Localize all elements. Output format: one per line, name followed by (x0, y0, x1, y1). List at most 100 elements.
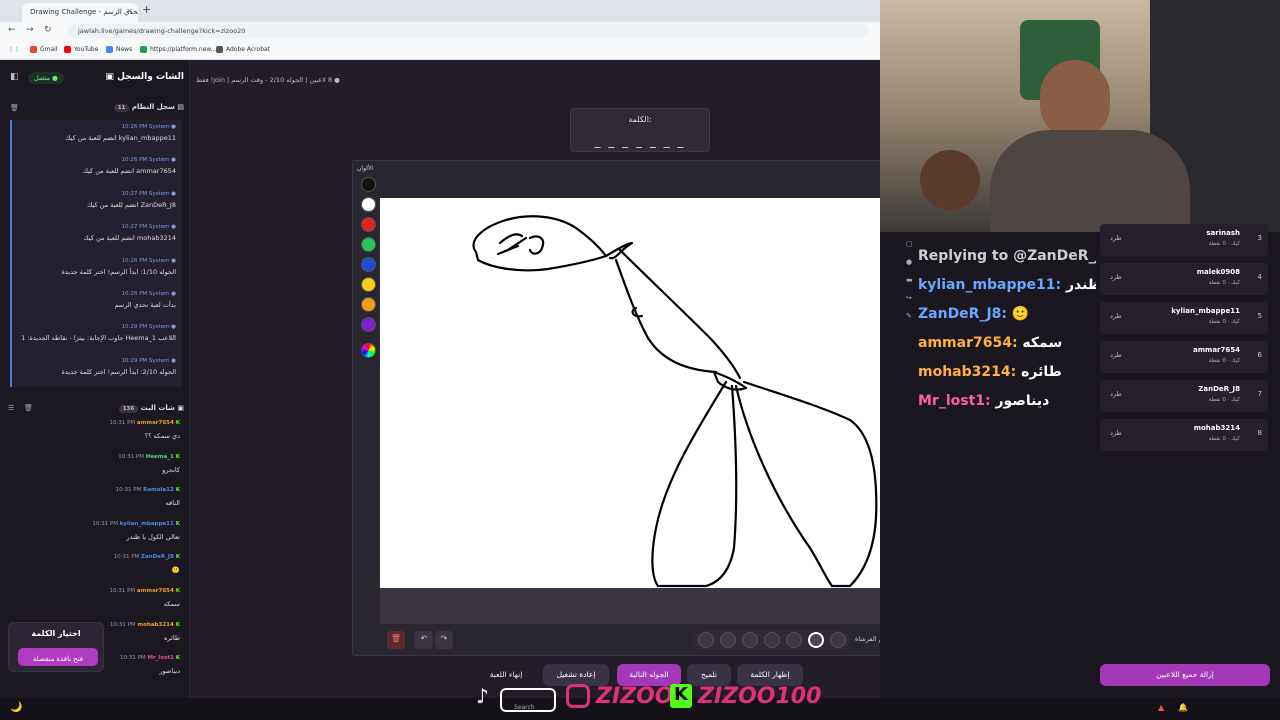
brush-size-option[interactable] (698, 632, 714, 648)
remove-all-players-button[interactable]: إزالة جميع اللاعبين (1100, 664, 1270, 686)
system-log-item: 10:27 PM System ● ZanDeR_J8 انضم للعبة من… (10, 186, 182, 221)
chat-list-icon[interactable]: ☰ (8, 404, 14, 412)
message-time: 10:31 PM (109, 420, 137, 426)
brush-size-option[interactable] (742, 632, 758, 648)
color-swatch[interactable] (361, 277, 376, 292)
chat-message: 10:31 PM kylian_mbappe11 K تعالي الكول يا… (4, 521, 184, 555)
system-log-meta: 10:26 PM System ● (12, 157, 177, 163)
url-input[interactable]: jawlah.live/games/drawing-challenge?kick… (68, 24, 868, 38)
message-text: الجوله 1/10: ابدأ الرسم! اختر كلمة جديدة (61, 267, 176, 276)
browser-tab[interactable]: Drawing Challenge - تحدي الرسم ✕ (22, 3, 138, 22)
kick-player-button[interactable]: طرد (1110, 234, 1122, 242)
clear-chat-icon[interactable]: 🗑 (24, 404, 33, 412)
forward-icon[interactable]: → (26, 25, 34, 35)
system-log-header: ▤ سجل النظام 11 (112, 103, 184, 112)
kick-player-button[interactable]: طرد (1110, 390, 1122, 398)
game-info: ● 8 لاعبين | الجوله 2/10 - وقت الرسم | j… (196, 76, 340, 84)
message-text: الناقه (165, 499, 180, 508)
reload-icon[interactable]: ↻ (44, 25, 52, 35)
color-swatch[interactable] (361, 217, 376, 232)
bookmark-youtube[interactable]: YouTube (64, 46, 98, 53)
close-tab-icon[interactable]: ✕ (126, 7, 133, 16)
chat-icon: ▣ (105, 72, 114, 82)
clear-log-icon[interactable]: 🗑 (10, 104, 19, 112)
system-log-item: 10:27 PM System ● mohab3214 انضم للعبة من… (10, 220, 182, 254)
kick-badge-icon: K (173, 520, 180, 527)
chat-username[interactable]: kylian_mbappe11 (120, 521, 174, 527)
chat-meta: 10:31 PM Heema_1 K (4, 454, 180, 460)
redo-icon[interactable]: ↷ (435, 631, 453, 649)
bookmark-platform[interactable]: https://platform.new... (140, 46, 216, 53)
back-icon[interactable]: ← (8, 25, 16, 35)
color-swatch[interactable] (361, 297, 376, 312)
restart-button[interactable]: إعادة تشغيل (543, 664, 609, 686)
kick-player-button[interactable]: طرد (1110, 351, 1122, 359)
chat-username[interactable]: ammar7654 (137, 420, 174, 426)
chat-meta: 10:31 PM ammar7654 K (4, 420, 180, 426)
system-log-list[interactable]: 10:26 PM System ● kylian_mbappe11 انضم لل… (10, 120, 182, 392)
chat-username[interactable]: Mr_lost1 (147, 655, 173, 661)
message-time: 10:26 PM (121, 124, 149, 130)
live-chat-header: ▣ شات البث 136 (118, 404, 184, 413)
apps-icon[interactable]: ⋮⋮ (8, 46, 20, 53)
clear-canvas-icon[interactable]: 🗑 (387, 631, 405, 649)
kick-badge-icon: K (173, 554, 180, 561)
overlay-username: ammar7654: (918, 335, 1023, 351)
drawing-canvas[interactable] (380, 198, 898, 588)
player-score: كيك · 0 نقطة (1208, 358, 1240, 364)
notification-icon[interactable]: 🔔 (1178, 703, 1188, 712)
kick-player-button[interactable]: طرد (1110, 429, 1122, 437)
message-time: 10:29 PM (121, 324, 149, 331)
streamer-head (1040, 60, 1110, 140)
collapse-sidebar-icon[interactable]: ◧ (10, 72, 19, 82)
brush-size-option-selected[interactable] (808, 632, 824, 648)
chat-meta: 10:31 PM ZanDeR_J8 K (4, 554, 180, 560)
end-game-button[interactable]: إنهاء اللعبة (476, 664, 536, 686)
youtube-logo-icon (500, 688, 556, 712)
bookmark-acrobat[interactable]: Adobe Acrobat (216, 46, 270, 53)
player-row: 8 mohab3214 كيك · 0 نقطة طرد (1100, 419, 1268, 451)
player-name: ammar7654 (1193, 346, 1240, 354)
hint-button[interactable]: تلميح (687, 664, 731, 686)
overlay-text: ديناصور (995, 393, 1050, 409)
system-icon: ● (169, 357, 176, 364)
kick-player-button[interactable]: طرد (1110, 312, 1122, 320)
show-word-button[interactable]: إظهار الكلمة (737, 664, 803, 686)
color-swatch[interactable] (361, 197, 376, 212)
next-round-button[interactable]: الجوله التالية (617, 664, 681, 686)
chat-username[interactable]: Heema_1 (146, 454, 174, 460)
brush-size-option[interactable] (720, 632, 736, 648)
color-swatch[interactable] (361, 317, 376, 332)
weather-icon[interactable]: 🌙 (10, 702, 22, 713)
new-tab-icon[interactable]: + (142, 3, 151, 16)
undo-icon[interactable]: ↶ (415, 631, 433, 649)
color-swatch[interactable] (361, 237, 376, 252)
system-log-meta: 10:28 PM System ● (12, 291, 177, 297)
chat-username[interactable]: ZanDeR_J8 (141, 554, 174, 560)
brush-size-option[interactable] (786, 632, 802, 648)
open-separate-window-button[interactable]: فتح نافذة منفصلة (18, 648, 98, 666)
message-sender: System (148, 357, 170, 364)
chat-username[interactable]: mohab3214 (137, 622, 173, 628)
kick-player-button[interactable]: طرد (1110, 273, 1122, 281)
brush-size-option[interactable] (830, 632, 846, 648)
chat-username[interactable]: ammar7654 (137, 588, 174, 594)
player-rank: 8 (1257, 429, 1262, 437)
player-score: كيك · 0 نقطة (1208, 280, 1240, 286)
chat-message: 10:31 PM Ramola12 K الناقه (4, 487, 184, 521)
message-text: اللاعب Heema_1 جاوب الإجابة: بيتزا - نقا… (21, 334, 176, 343)
brush-size-option[interactable] (764, 632, 780, 648)
kick-icon: K (670, 684, 692, 708)
color-swatch[interactable] (361, 257, 376, 272)
tray-icon[interactable]: ▲ (1158, 703, 1164, 712)
kick-badge-icon: K (173, 587, 180, 594)
chat-username[interactable]: Ramola12 (143, 487, 174, 493)
player-row: 3 sarinash كيك · 0 نقطة طرد (1100, 224, 1268, 256)
bookmark-label: YouTube (74, 46, 99, 53)
bookmark-gmail[interactable]: Gmail (30, 46, 58, 53)
message-text: kylian_mbappe11 انضم للعبة من كيك (65, 134, 176, 142)
acrobat-icon (216, 46, 223, 53)
custom-color-picker[interactable] (361, 343, 376, 358)
bookmark-news[interactable]: News (106, 46, 132, 53)
color-swatch[interactable] (361, 177, 376, 192)
